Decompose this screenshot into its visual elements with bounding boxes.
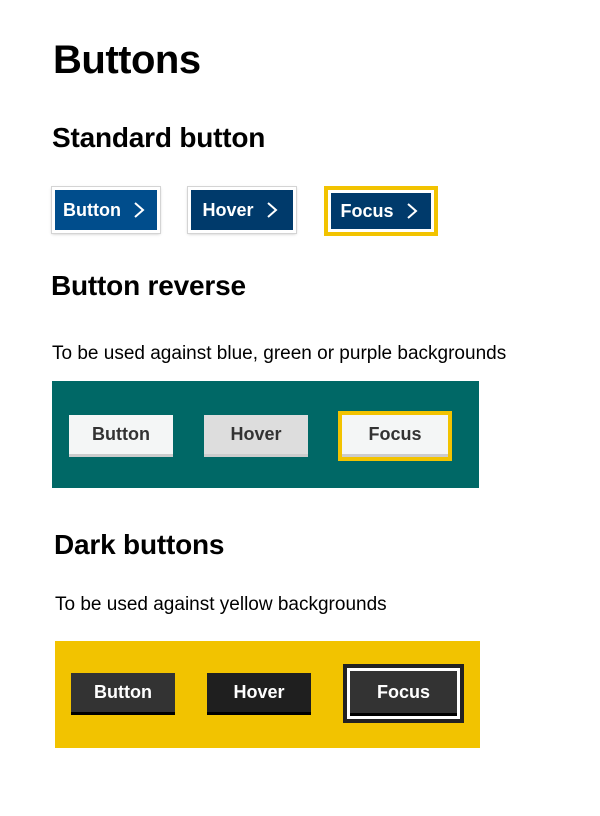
- button-reverse-description: To be used against blue, green or purple…: [52, 343, 507, 364]
- standard-button[interactable]: Button: [52, 187, 160, 233]
- reverse-focus-ring: Focus: [338, 411, 452, 461]
- dark-button-hover-label: Hover: [233, 682, 285, 702]
- chevron-right-icon: [402, 201, 422, 221]
- reverse-button-focus[interactable]: Focus: [342, 415, 448, 457]
- dark-button-hover[interactable]: Hover: [207, 673, 311, 715]
- reverse-button-focus-label: Focus: [368, 424, 422, 444]
- dark-focus-ring: Focus: [343, 664, 464, 723]
- dark-focus-inner-ring: Focus: [347, 668, 460, 719]
- page-title: Buttons: [53, 38, 201, 82]
- dark-buttons-description: To be used against yellow backgrounds: [55, 594, 387, 615]
- dark-button-focus[interactable]: Focus: [350, 671, 457, 716]
- dark-button-label: Button: [94, 682, 152, 702]
- standard-button-heading: Standard button: [52, 122, 266, 153]
- standard-button-focus[interactable]: Focus: [328, 190, 434, 232]
- standard-button-label: Button: [63, 199, 121, 220]
- standard-button-focus-label: Focus: [340, 200, 394, 221]
- standard-button-hover[interactable]: Hover: [188, 187, 296, 233]
- dark-button[interactable]: Button: [71, 673, 175, 715]
- reverse-button-hover-label: Hover: [230, 424, 282, 444]
- reverse-button-label: Button: [92, 424, 150, 444]
- yellow-background-panel: Button Hover Focus: [55, 641, 480, 748]
- standard-button-hover-label: Hover: [202, 199, 254, 220]
- chevron-right-icon: [262, 200, 282, 220]
- teal-background-panel: Button Hover Focus: [52, 381, 479, 488]
- dark-button-focus-label: Focus: [376, 681, 430, 702]
- button-reverse-heading: Button reverse: [51, 270, 246, 301]
- reverse-button-hover[interactable]: Hover: [204, 415, 308, 457]
- dark-buttons-heading: Dark buttons: [54, 529, 225, 560]
- chevron-right-icon: [129, 200, 149, 220]
- reverse-button[interactable]: Button: [69, 415, 173, 457]
